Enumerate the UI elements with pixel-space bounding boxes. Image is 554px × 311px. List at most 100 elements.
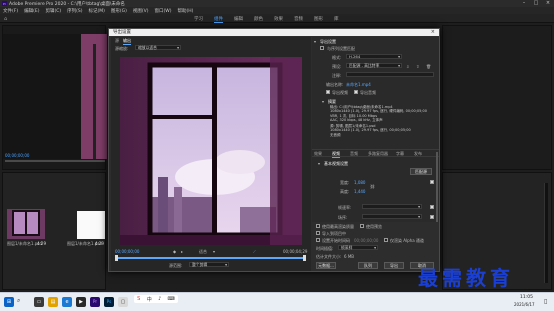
set-out-icon[interactable]: ▸: [181, 249, 183, 254]
export-video-checkbox[interactable]: [326, 90, 330, 94]
render-alpha-checkbox[interactable]: [384, 238, 388, 242]
menu-view[interactable]: 视图(V): [133, 8, 149, 14]
source-range-value: 整个剪辑: [192, 262, 208, 267]
source-range-dropdown[interactable]: 整个剪辑 ▾: [189, 262, 229, 267]
match-sequence-checkbox[interactable]: [320, 46, 324, 50]
import-into-project-checkbox[interactable]: [316, 231, 320, 235]
notification-icon[interactable]: ▯: [544, 298, 547, 305]
time-interpolation-dropdown[interactable]: 帧采样 ▾: [338, 245, 378, 250]
workspace-effects[interactable]: 效果: [274, 16, 283, 22]
width-override-checkbox[interactable]: [430, 180, 434, 184]
premiere-taskbar-icon[interactable]: Pr: [90, 297, 100, 307]
framerate-override-checkbox[interactable]: [430, 205, 434, 209]
save-preset-icon[interactable]: ⇩: [406, 64, 409, 69]
height-label: 高度:: [340, 189, 350, 194]
use-previews-checkbox[interactable]: [360, 224, 364, 228]
field-order-override-checkbox[interactable]: [430, 215, 434, 219]
tab-audio[interactable]: 音频: [350, 151, 358, 157]
workspace-learning[interactable]: 学习: [194, 16, 203, 22]
metadata-button[interactable]: 元数据...: [316, 262, 336, 269]
tab-source[interactable]: 源: [115, 38, 119, 44]
task-view-icon[interactable]: ▭: [34, 297, 44, 307]
link-icon[interactable]: ⛓: [370, 184, 375, 189]
maximize-icon[interactable]: □: [530, 0, 542, 7]
in-point-handle[interactable]: [115, 255, 118, 261]
range-bar[interactable]: [117, 257, 305, 259]
queue-button[interactable]: 队列: [358, 262, 378, 269]
start-icon[interactable]: ⊞: [4, 297, 14, 307]
match-source-button[interactable]: 匹配源: [410, 168, 432, 175]
export-audio-checkbox[interactable]: [354, 90, 358, 94]
field-order-label: 场序:: [338, 215, 348, 220]
menu-help[interactable]: 帮助(H): [177, 8, 193, 14]
search-icon[interactable]: ⌕: [17, 297, 29, 307]
media-app-icon[interactable]: ▶: [76, 297, 86, 307]
chevron-down-icon[interactable]: ▾: [213, 249, 215, 254]
photoshop-taskbar-icon[interactable]: Ps: [104, 297, 114, 307]
settings-scrollbar[interactable]: [436, 152, 438, 222]
max-render-quality-checkbox[interactable]: [316, 224, 320, 228]
menu-window[interactable]: 窗口(W): [155, 8, 172, 14]
framerate-dropdown[interactable]: ▾: [362, 204, 422, 209]
menu-markers[interactable]: 标记(M): [89, 8, 105, 14]
chevron-down-icon[interactable]: ▾: [314, 39, 316, 44]
tab-video[interactable]: 视频: [332, 151, 340, 158]
start-timecode-value[interactable]: 00;00;00;00: [354, 238, 378, 243]
chevron-down-icon: ▾: [418, 204, 420, 209]
workspace-graphics[interactable]: 图形: [314, 16, 323, 22]
source-scaling-dropdown[interactable]: 缩放以适合 ▾: [135, 45, 181, 50]
chevron-down-icon: ▾: [225, 262, 227, 267]
app-taskbar-icon[interactable]: ▢: [118, 297, 128, 307]
workspace-editing[interactable]: 编辑: [234, 16, 243, 22]
preset-dropdown[interactable]: 匹配源 - 高比特率 ▾: [346, 63, 402, 68]
window-photo: [120, 57, 302, 245]
fit-label[interactable]: 适合: [199, 249, 207, 255]
tab-publish[interactable]: 发布: [414, 151, 422, 157]
window-title-bar: Pr Adobe Premiere Pro 2020 - C:\用户\tbtag…: [0, 0, 554, 7]
project-thumb-2[interactable]: [77, 211, 105, 239]
delete-preset-icon[interactable]: 🗑: [426, 64, 431, 69]
tab-captions[interactable]: 字幕: [396, 151, 404, 157]
menu-bar: 文件(F) 编辑(E) 剪辑(C) 序列(S) 标记(M) 图形(G) 视图(V…: [0, 7, 554, 14]
ime-toolbar[interactable]: S 中 ♪ ⌨: [134, 295, 178, 303]
import-preset-icon[interactable]: ⇧: [416, 64, 419, 69]
menu-graphics[interactable]: 图形(G): [111, 8, 127, 14]
home-icon[interactable]: ⌂: [4, 16, 7, 22]
export-audio-label: 导出音频: [360, 90, 376, 95]
project-thumb-1[interactable]: [7, 209, 45, 239]
menu-clip[interactable]: 剪辑(C): [45, 8, 61, 14]
menu-file[interactable]: 文件(F): [3, 8, 18, 14]
tab-output[interactable]: 输出: [123, 38, 131, 45]
edge-icon[interactable]: e: [62, 297, 72, 307]
set-start-timecode-checkbox[interactable]: [316, 238, 320, 242]
set-in-icon[interactable]: ◆: [173, 249, 176, 254]
menu-edit[interactable]: 编辑(E): [24, 8, 39, 14]
taskbar-date: 2021/6/17: [514, 302, 535, 307]
workspace-audio[interactable]: 音频: [294, 16, 303, 22]
height-value[interactable]: 1,440: [354, 189, 365, 194]
chevron-down-icon[interactable]: ▾: [322, 99, 324, 104]
menu-sequence[interactable]: 序列(S): [67, 8, 82, 14]
ime-lang-icon: 中: [146, 296, 152, 303]
format-dropdown[interactable]: H.264 ▾: [346, 54, 402, 59]
source-scrubber[interactable]: [5, 160, 105, 162]
close-icon[interactable]: ×: [542, 0, 554, 7]
file-explorer-icon[interactable]: ▤: [48, 297, 58, 307]
width-value[interactable]: 1,080: [354, 180, 365, 185]
output-name-link[interactable]: 未命名1.mp4: [346, 82, 371, 88]
field-order-dropdown[interactable]: ▾: [362, 214, 422, 219]
tab-multiplexer[interactable]: 多路复用器: [368, 151, 388, 157]
export-button[interactable]: 导出: [384, 262, 404, 269]
out-point-handle[interactable]: [303, 255, 306, 261]
chevron-down-icon[interactable]: ▾: [318, 161, 320, 166]
minimize-icon[interactable]: –: [518, 0, 530, 7]
workspace-assembly[interactable]: 组件: [214, 16, 223, 23]
comments-field[interactable]: [346, 72, 434, 77]
crop-icon[interactable]: ⟋: [253, 249, 256, 254]
project-thumb-1-image: [7, 209, 45, 239]
tab-effects[interactable]: 效果: [314, 151, 322, 157]
dialog-close-icon[interactable]: ×: [431, 29, 435, 36]
workspace-libraries[interactable]: 库: [334, 16, 339, 22]
chevron-down-icon: ▾: [177, 45, 179, 50]
workspace-color[interactable]: 颜色: [254, 16, 263, 22]
